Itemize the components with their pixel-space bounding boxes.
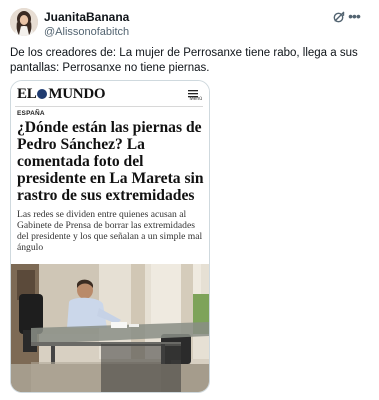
more-icon[interactable]: ••• [346, 8, 362, 24]
article-photo [11, 264, 209, 392]
tweet-text: De los creadores de: La mujer de Perrosa… [10, 47, 358, 74]
globe-icon [37, 88, 48, 99]
el-mundo-logo: EL MUNDO [17, 86, 106, 103]
avatar[interactable] [10, 8, 38, 36]
grok-icon[interactable] [332, 10, 346, 24]
menu-icon [187, 86, 199, 98]
menu-label: Menú [189, 96, 202, 102]
section-label: ESPAÑA [17, 110, 45, 117]
article-headline: ¿Dónde están las piernas de Pedro Sánche… [17, 119, 204, 204]
media-card[interactable]: EL MUNDO Menú ESPAÑA ¿Dónde están las pie… [10, 80, 210, 393]
display-name[interactable]: JuanitaBanana [44, 10, 129, 24]
logo-text-right: MUNDO [48, 86, 106, 102]
article-subhead: Las redes se dividen entre quienes acusa… [17, 209, 203, 253]
handle[interactable]: @Alissonofabitch [44, 26, 129, 38]
logo-text-left: EL [17, 86, 37, 102]
tweet: JuanitaBanana @Alissonofabitch ••• De lo… [0, 0, 379, 400]
article-screenshot: EL MUNDO Menú ESPAÑA ¿Dónde están las pie… [11, 81, 209, 392]
masthead: EL MUNDO Menú [15, 84, 203, 107]
